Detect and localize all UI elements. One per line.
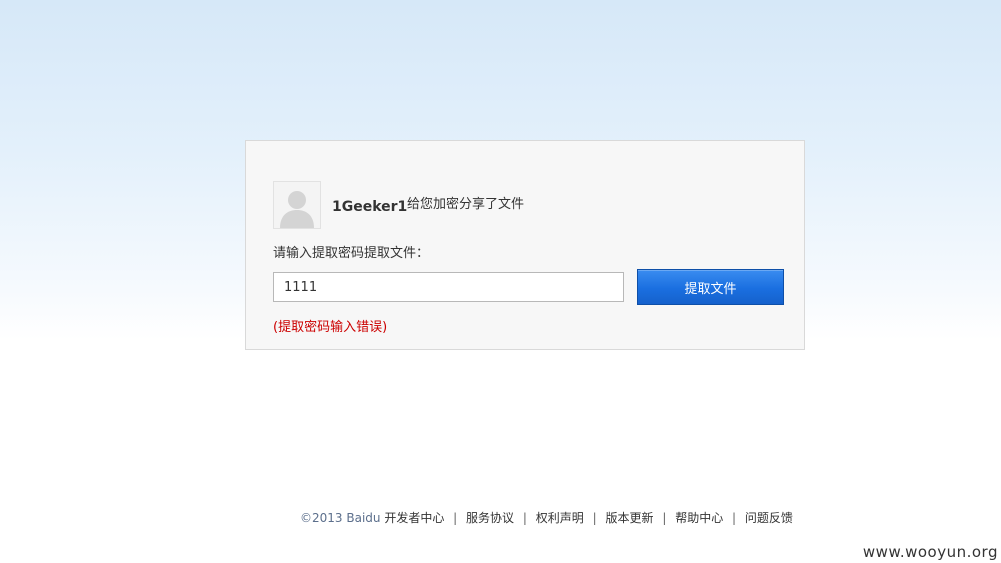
extract-file-button[interactable]: 提取文件 <box>637 269 784 305</box>
extract-code-label: 请输入提取密码提取文件： <box>273 246 430 261</box>
error-message: (提取密码输入错误) <box>273 320 388 335</box>
footer-link-developer-center[interactable]: 开发者中心 <box>384 511 444 525</box>
footer-separator: | <box>453 511 458 525</box>
footer-separator: | <box>522 511 527 525</box>
footer-separator: | <box>732 511 737 525</box>
footer-link-version-update[interactable]: 版本更新 <box>605 511 653 525</box>
footer-link-help-center[interactable]: 帮助中心 <box>675 511 723 525</box>
footer-link-rights-statement[interactable]: 权利声明 <box>536 511 584 525</box>
footer-separator: | <box>592 511 597 525</box>
share-panel: 1Geeker1 给您加密分享了文件 请输入提取密码提取文件： 提取文件 (提取… <box>245 140 805 350</box>
sharer-username: 1Geeker1 <box>332 199 408 215</box>
footer: ©2013 Baidu 开发者中心 | 服务协议 | 权利声明 | 版本更新 |… <box>300 511 793 525</box>
footer-copyright: ©2013 Baidu <box>300 511 381 525</box>
footer-link-service-agreement[interactable]: 服务协议 <box>466 511 514 525</box>
extract-code-input[interactable] <box>273 272 624 302</box>
user-avatar-icon <box>273 181 321 229</box>
watermark-text: www.wooyun.org <box>862 543 998 561</box>
footer-link-feedback[interactable]: 问题反馈 <box>745 511 793 525</box>
footer-separator: | <box>662 511 667 525</box>
share-message: 给您加密分享了文件 <box>407 197 525 212</box>
